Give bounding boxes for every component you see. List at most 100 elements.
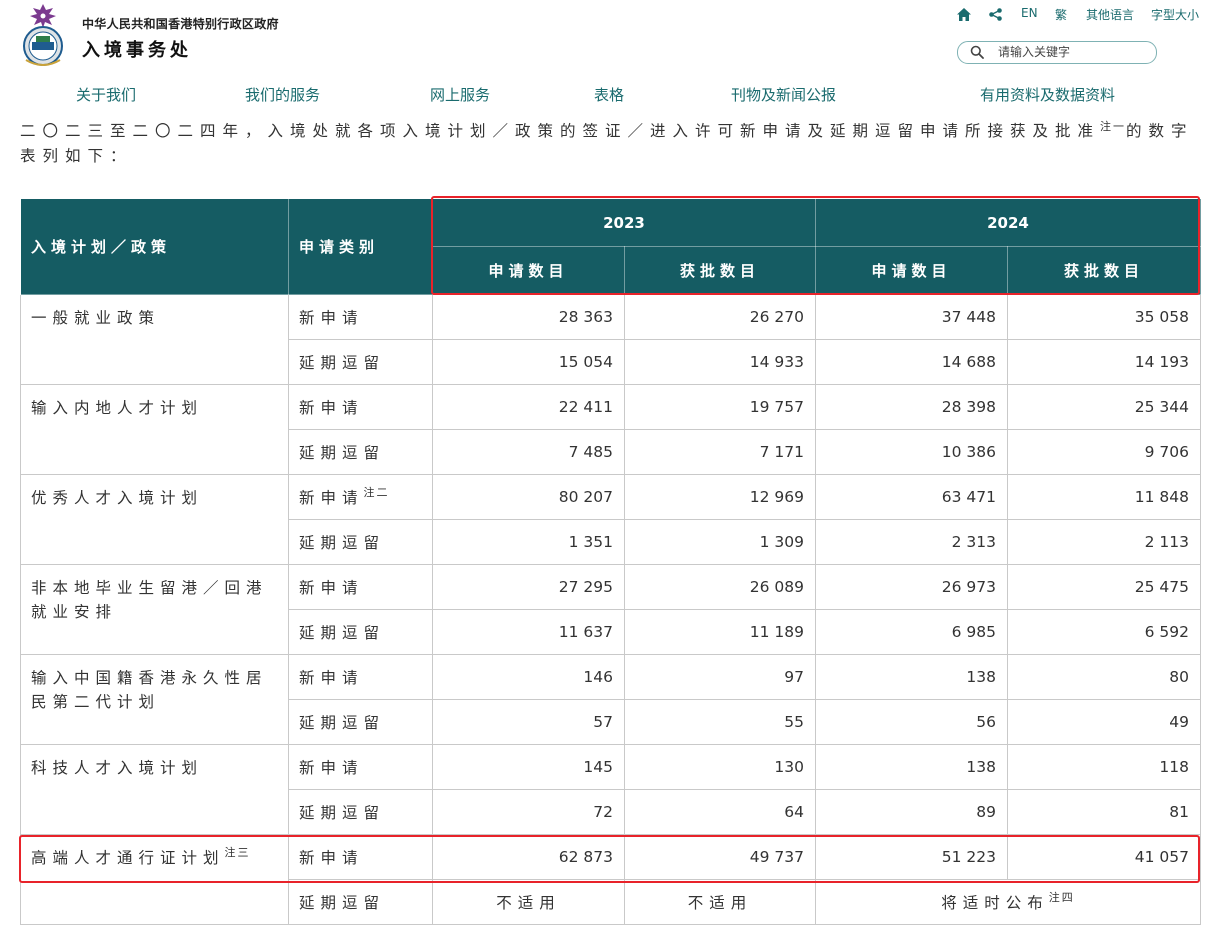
nav-online-services[interactable]: 网上服务 [430,84,490,105]
font-size-link[interactable]: 字型大小 [1151,6,1199,23]
header-2024-applied: 申请数目 [815,246,1008,295]
statistics-table: 入境计划／政策 申请类别 2023 2024 申请数目 获批数目 申请数目 获批… [20,198,1201,925]
category-label: 新申请 [299,489,364,507]
table-row: 输入内地人才计划 新申请 22 411 19 757 28 398 25 344 [20,384,1201,475]
table-row: 科技人才入境计划 新申请 145 130 138 118 [20,744,1201,835]
nav-about-us[interactable]: 关于我们 [76,84,136,105]
category-cell: 延期逗留 [288,339,433,385]
value-cell: 7 485 [432,429,625,475]
value-cell: 11 637 [432,609,625,655]
footnote-marker[interactable]: 注一 [1100,120,1126,133]
category-cell: 新申请 [288,294,433,340]
footnote-marker[interactable]: 注三 [225,846,251,859]
value-cell: 28 398 [815,384,1008,430]
share-icon[interactable] [989,8,1002,21]
traditional-chinese-link[interactable]: 繁 [1055,6,1067,23]
home-icon[interactable] [957,8,971,21]
category-cell: 延期逗留 [288,699,433,745]
category-cell: 延期逗留 [288,609,433,655]
policy-name: 输入中国籍香港永久性居民第二代计划 [20,654,289,745]
value-cell: 26 270 [624,294,816,340]
value-cell: 41 057 [1007,834,1201,880]
value-cell: 51 223 [815,834,1008,880]
search-box[interactable] [957,41,1157,64]
not-applicable-cell: 不适用 [624,879,816,925]
search-icon[interactable] [970,45,984,59]
value-cell: 9 706 [1007,429,1201,475]
value-cell: 26 089 [624,564,816,610]
value-cell: 14 193 [1007,339,1201,385]
other-languages-link[interactable]: 其他语言 [1086,6,1134,23]
english-link[interactable]: EN [1021,6,1038,20]
value-cell: 6 592 [1007,609,1201,655]
value-cell: 138 [815,654,1008,700]
value-cell: 15 054 [432,339,625,385]
intro-text: 二〇二三至二〇二四年，入境处就各项入境计划／政策的签证／进入许可新申请及延期逗留… [20,122,1101,140]
value-cell: 26 973 [815,564,1008,610]
value-cell: 62 873 [432,834,625,880]
value-cell: 12 969 [624,474,816,520]
category-cell: 延期逗留 [288,519,433,565]
value-cell: 35 058 [1007,294,1201,340]
value-cell: 37 448 [815,294,1008,340]
value-cell: 14 933 [624,339,816,385]
nav-useful-information[interactable]: 有用资料及数据资料 [980,84,1115,105]
category-cell: 延期逗留 [288,789,433,835]
value-cell: 19 757 [624,384,816,430]
not-applicable-cell: 不适用 [432,879,625,925]
policy-name: 输入内地人才计划 [20,384,289,475]
policy-name: 非本地毕业生留港／回港就业安排 [20,564,289,655]
value-cell: 146 [432,654,625,700]
category-cell: 新申请 [288,384,433,430]
government-name: 中华人民共和国香港特别行政区政府 [82,17,279,31]
value-cell: 22 411 [432,384,625,430]
value-cell: 89 [815,789,1008,835]
policy-label: 输入中国籍香港永久性居民第二代计划 [31,669,268,711]
value-cell: 145 [432,744,625,790]
main-navigation: 关于我们 我们的服务 网上服务 表格 刊物及新闻公报 有用资料及数据资料 [0,84,1221,108]
table-row: 非本地毕业生留港／回港就业安排 新申请 27 295 26 089 26 973… [20,564,1201,655]
value-cell: 28 363 [432,294,625,340]
policy-name: 一般就业政策 [20,294,289,385]
value-cell: 49 737 [624,834,816,880]
intro-paragraph: 二〇二三至二〇二四年，入境处就各项入境计划／政策的签证／进入许可新申请及延期逗留… [20,119,1200,169]
value-cell: 72 [432,789,625,835]
table-row: 输入中国籍香港永久性居民第二代计划 新申请 146 97 138 80 [20,654,1201,745]
value-cell: 25 344 [1007,384,1201,430]
nav-forms[interactable]: 表格 [594,84,624,105]
value-cell: 130 [624,744,816,790]
value-cell: 64 [624,789,816,835]
value-cell: 138 [815,744,1008,790]
to-be-announced-cell: 将适时公布注四 [815,879,1201,925]
policy-label: 一般就业政策 [31,309,161,327]
header-year-2024: 2024 [815,198,1201,247]
value-cell: 1 351 [432,519,625,565]
header-2023-approved: 获批数目 [624,246,816,295]
department-name[interactable]: 入境事务处 [82,36,192,62]
category-cell: 新申请 [288,744,433,790]
policy-label: 非本地毕业生留港／回港就业安排 [31,579,268,621]
category-cell: 延期逗留 [288,879,433,925]
footnote-marker[interactable]: 注四 [1049,891,1075,904]
policy-label: 高端人才通行证计划 [31,849,225,867]
to-be-announced-label: 将适时公布 [941,894,1049,912]
policy-label: 输入内地人才计划 [31,399,204,417]
value-cell: 55 [624,699,816,745]
header-year-2023: 2023 [432,198,816,247]
policy-name: 科技人才入境计划 [20,744,289,835]
nav-our-services[interactable]: 我们的服务 [245,84,320,105]
policy-label: 优秀人才入境计划 [31,489,204,507]
value-cell: 7 171 [624,429,816,475]
nav-publications-press[interactable]: 刊物及新闻公报 [731,84,836,105]
value-cell: 80 [1007,654,1201,700]
value-cell: 11 848 [1007,474,1201,520]
footnote-marker[interactable]: 注二 [364,486,390,499]
immigration-department-logo[interactable] [18,4,68,66]
policy-name: 优秀人才入境计划 [20,474,289,565]
value-cell: 14 688 [815,339,1008,385]
value-cell: 10 386 [815,429,1008,475]
search-input[interactable] [998,44,1148,60]
value-cell: 11 189 [624,609,816,655]
value-cell: 1 309 [624,519,816,565]
header-2024-approved: 获批数目 [1007,246,1201,295]
